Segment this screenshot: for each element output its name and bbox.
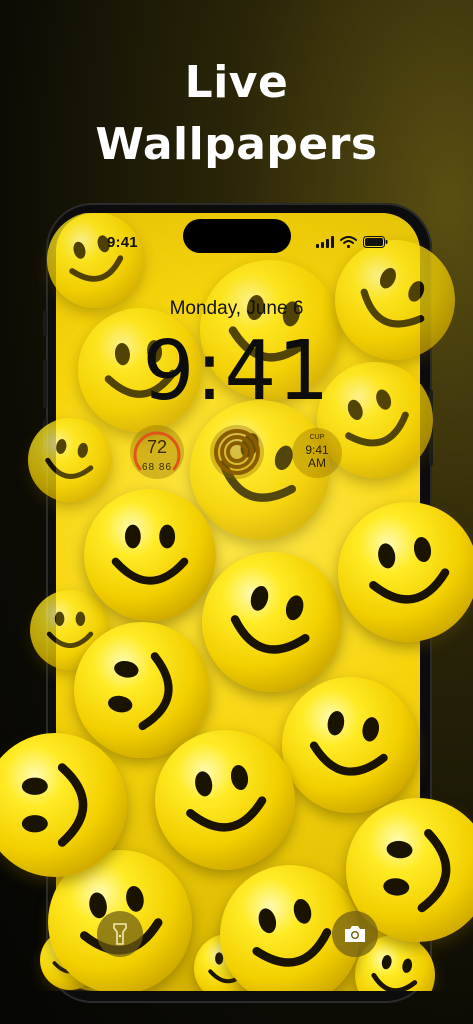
smiley-ball — [338, 502, 473, 642]
battery-icon — [363, 236, 388, 248]
flashlight-icon — [113, 923, 127, 945]
temperature-widget[interactable]: 72 68 86 — [130, 425, 184, 479]
smiley-ball — [282, 677, 418, 813]
activity-widget[interactable] — [210, 425, 264, 479]
status-time: 9:41 — [107, 234, 138, 251]
headline-line-2: Wallpapers — [95, 119, 378, 170]
flashlight-button[interactable] — [97, 911, 143, 957]
smiley-ball — [47, 213, 143, 308]
smiley-ball — [84, 489, 216, 621]
world-clock-city: CUP — [309, 434, 325, 441]
lock-date: Monday, June 6 — [169, 298, 304, 319]
smiley-ball — [155, 730, 295, 870]
smiley-ball — [202, 552, 342, 692]
promo-headline: Live Wallpapers — [0, 52, 473, 176]
wifi-icon — [340, 236, 357, 248]
status-icons — [316, 236, 388, 248]
temperature-current: 72 — [146, 437, 168, 457]
camera-icon — [345, 926, 365, 942]
signal-bars-icon — [316, 236, 334, 248]
world-clock-widget[interactable]: CUP 9:41 AM — [292, 428, 342, 478]
camera-button[interactable] — [332, 911, 378, 957]
headline-line-1: Live — [184, 57, 289, 108]
smiley-ball — [0, 733, 127, 877]
lock-time: 9:41 — [142, 324, 331, 419]
activity-rings-icon — [214, 429, 260, 475]
world-clock-ampm: AM — [308, 456, 326, 470]
temperature-range: 68 86 — [141, 462, 173, 473]
dynamic-island — [183, 219, 291, 253]
